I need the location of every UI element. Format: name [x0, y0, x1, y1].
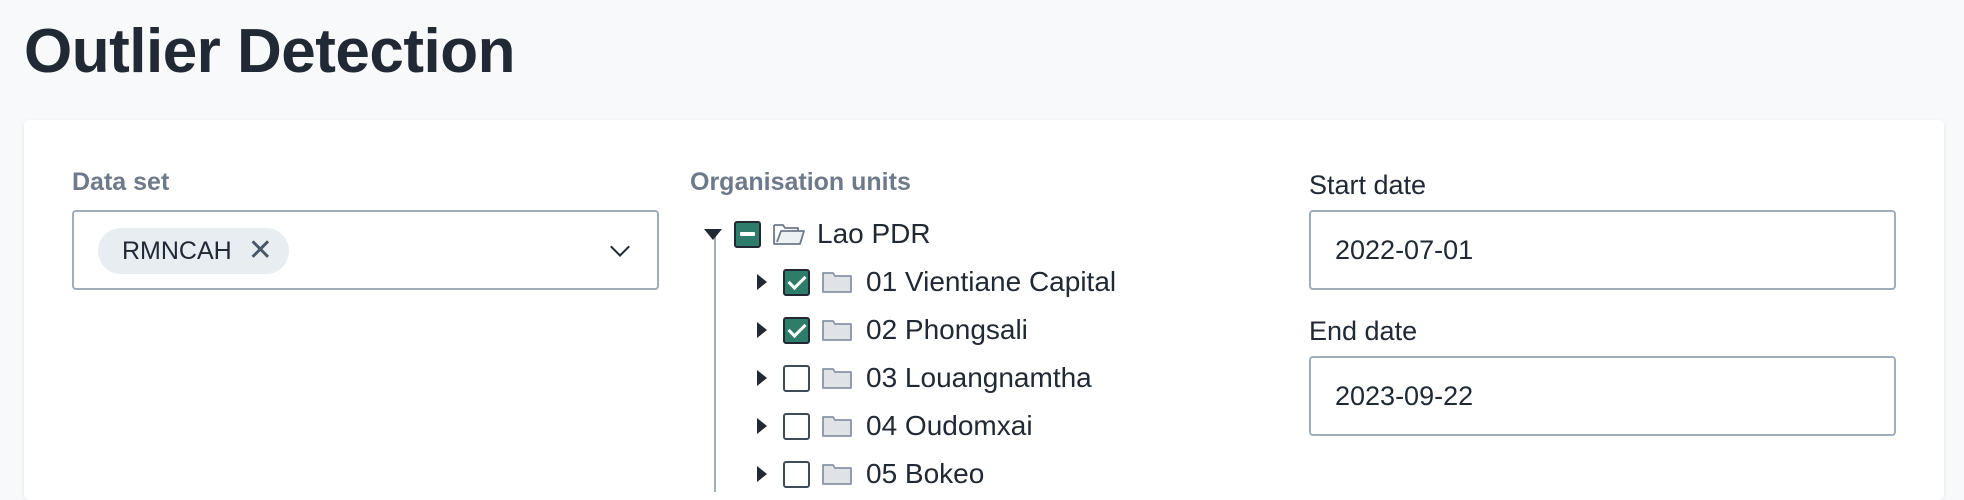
- page-title: Outlier Detection: [24, 17, 516, 86]
- tree-item-label[interactable]: 03 Louangnamtha: [866, 362, 1092, 394]
- tree-root-label[interactable]: Lao PDR: [817, 218, 931, 250]
- org-units-label: Organisation units: [690, 168, 911, 196]
- checkbox-bokeo[interactable]: [783, 460, 810, 488]
- expand-arrow-icon[interactable]: [704, 228, 722, 240]
- start-date-input[interactable]: [1309, 210, 1896, 290]
- collapse-arrow-icon[interactable]: [757, 274, 767, 290]
- start-date-label: Start date: [1309, 170, 1427, 200]
- tree-item: 01 Vientiane Capital: [757, 262, 1116, 302]
- chevron-down-icon[interactable]: [610, 237, 630, 257]
- checkbox-louangnamtha[interactable]: [783, 364, 810, 392]
- collapse-arrow-icon[interactable]: [757, 466, 767, 482]
- tree-item-label[interactable]: 01 Vientiane Capital: [866, 266, 1116, 298]
- folder-open-icon: [773, 222, 805, 246]
- collapse-arrow-icon[interactable]: [757, 418, 767, 434]
- folder-icon: [822, 270, 852, 294]
- tree-item: 03 Louangnamtha: [757, 358, 1092, 398]
- checkbox-vientiane-capital[interactable]: [783, 268, 810, 296]
- tree-item-label[interactable]: 02 Phongsali: [866, 314, 1028, 346]
- collapse-arrow-icon[interactable]: [757, 370, 767, 386]
- folder-icon: [822, 414, 852, 438]
- tree-connector-line: [714, 232, 716, 492]
- tree-item: 02 Phongsali: [757, 310, 1028, 350]
- checkbox-lao-pdr[interactable]: [734, 220, 761, 248]
- checkbox-phongsali[interactable]: [783, 316, 810, 344]
- collapse-arrow-icon[interactable]: [757, 322, 767, 338]
- tree-root: Lao PDR: [704, 214, 931, 254]
- dataset-label: Data set: [72, 168, 170, 196]
- tree-item: 05 Bokeo: [757, 454, 984, 494]
- tree-item-label[interactable]: 04 Oudomxai: [866, 410, 1033, 442]
- folder-icon: [822, 318, 852, 342]
- checkbox-oudomxai[interactable]: [783, 412, 810, 440]
- tree-item-label[interactable]: 05 Bokeo: [866, 458, 984, 490]
- dataset-chip-label: RMNCAH: [122, 236, 232, 265]
- folder-icon: [822, 462, 852, 486]
- folder-icon: [822, 366, 852, 390]
- tree-item: 04 Oudomxai: [757, 406, 1033, 446]
- dataset-chip: RMNCAH ✕: [98, 228, 289, 274]
- end-date-label: End date: [1309, 316, 1418, 346]
- end-date-input[interactable]: [1309, 356, 1896, 436]
- dataset-select[interactable]: RMNCAH ✕: [72, 210, 659, 290]
- chip-remove-icon[interactable]: ✕: [248, 236, 273, 266]
